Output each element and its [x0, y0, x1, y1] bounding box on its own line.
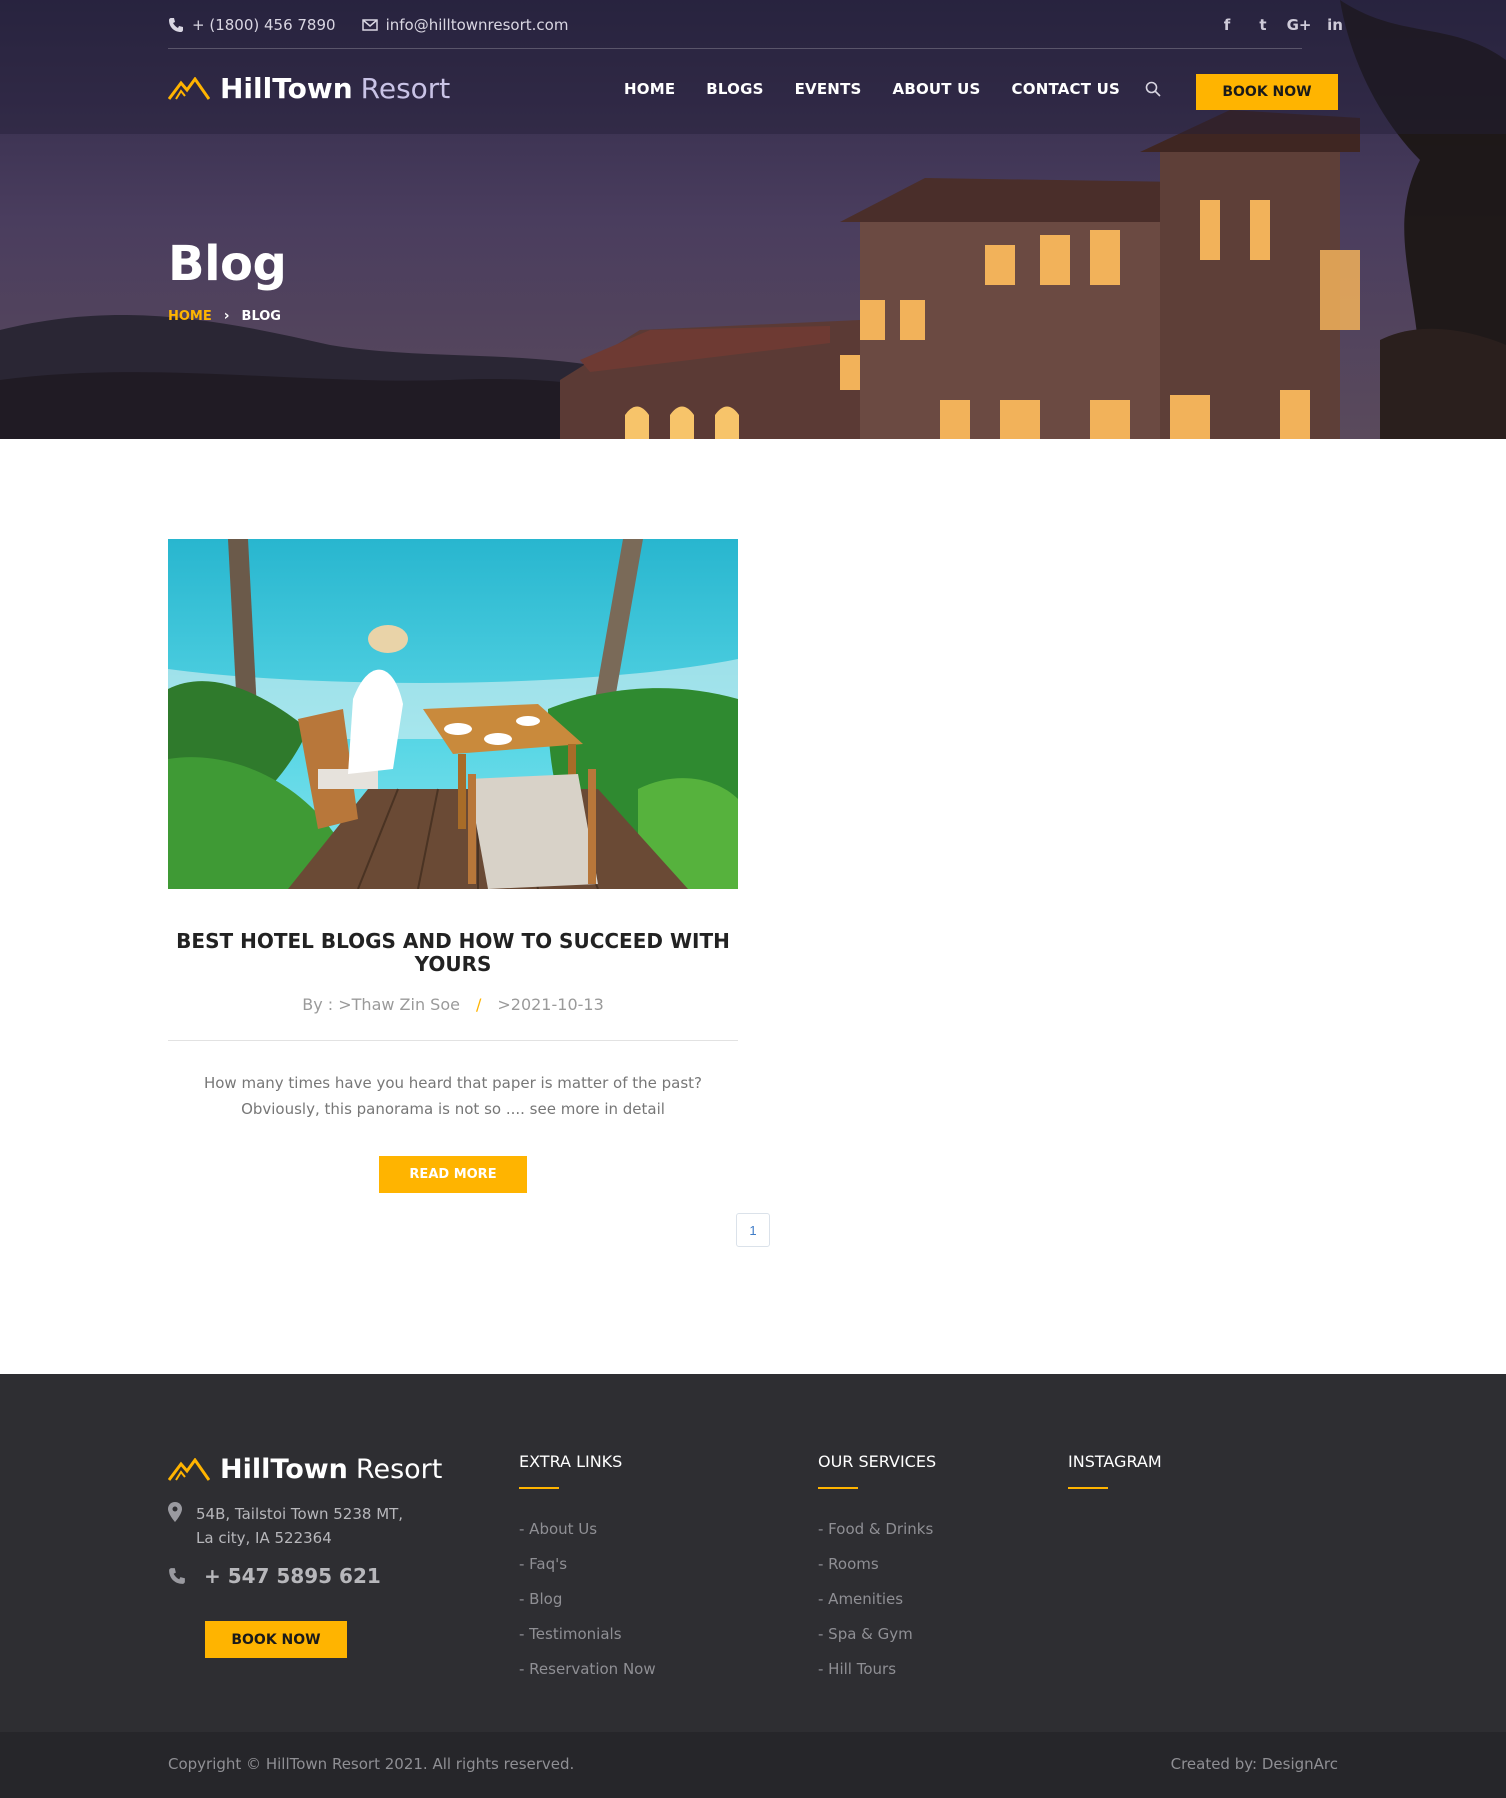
mountain-logo-icon	[168, 76, 210, 100]
copyright-text: Copyright © HillTown Resort 2021. All ri…	[168, 1755, 575, 1773]
nav-blogs[interactable]: BLOGS	[706, 80, 763, 98]
top-divider	[168, 48, 1302, 49]
breadcrumb-current: BLOG	[241, 308, 281, 324]
search-icon[interactable]	[1145, 81, 1161, 97]
post-featured-image[interactable]	[168, 539, 738, 889]
breadcrumb: HOME › BLOG	[168, 308, 281, 324]
footer-brand-light: Resort	[355, 1454, 443, 1485]
footer-link-reservation[interactable]: - Reservation Now	[519, 1652, 656, 1687]
instagram-title: INSTAGRAM	[1068, 1452, 1162, 1471]
service-rooms[interactable]: - Rooms	[818, 1547, 936, 1582]
service-spa-gym[interactable]: - Spa & Gym	[818, 1617, 936, 1652]
pagination-page-1[interactable]: 1	[736, 1213, 770, 1247]
mountain-logo-icon	[168, 1457, 210, 1481]
post-divider	[168, 1040, 738, 1041]
page-title: Blog	[168, 236, 287, 292]
services-title: OUR SERVICES	[818, 1452, 937, 1471]
mail-icon	[361, 19, 378, 31]
main-nav: HOME BLOGS EVENTS ABOUT US CONTACT US	[624, 80, 1161, 98]
footer-link-about-us[interactable]: - About Us	[519, 1512, 656, 1547]
footer-phone-text: + 547 5895 621	[204, 1564, 381, 1588]
post-date: >2021-10-13	[497, 995, 604, 1014]
breadcrumb-home[interactable]: HOME	[168, 309, 212, 324]
hero-header: + (1800) 456 7890 info@hilltownresort.co…	[0, 0, 1506, 439]
twitter-icon[interactable]: t	[1252, 14, 1274, 36]
instagram-column: INSTAGRAM	[1068, 1452, 1162, 1489]
heading-underline	[519, 1487, 559, 1489]
service-hill-tours[interactable]: - Hill Tours	[818, 1652, 936, 1687]
email-contact[interactable]: info@hilltownresort.com	[361, 16, 569, 34]
brand-name-light: Resort	[360, 72, 451, 105]
site-logo[interactable]: HillTown Resort	[168, 72, 450, 105]
google-plus-icon[interactable]: G+	[1287, 14, 1312, 36]
heading-underline	[1068, 1487, 1108, 1489]
email-text: info@hilltownresort.com	[385, 16, 569, 34]
meta-separator: /	[475, 995, 482, 1014]
address-line-1: 54B, Tailstoi Town 5238 MT,	[196, 1505, 404, 1523]
footer-link-faqs[interactable]: - Faq's	[519, 1547, 656, 1582]
linkedin-icon[interactable]: in	[1324, 14, 1346, 36]
post-author: By : >Thaw Zin Soe	[302, 995, 460, 1014]
book-now-button[interactable]: BOOK NOW	[1196, 74, 1338, 110]
phone-contact[interactable]: + (1800) 456 7890	[168, 16, 336, 34]
services-column: OUR SERVICES - Food & Drinks - Rooms - A…	[818, 1452, 936, 1687]
phone-icon	[169, 18, 183, 32]
post-excerpt: How many times have you heard that paper…	[203, 1074, 703, 1118]
nav-home[interactable]: HOME	[624, 80, 675, 98]
nav-events[interactable]: EVENTS	[795, 80, 862, 98]
service-food-drinks[interactable]: - Food & Drinks	[818, 1512, 936, 1547]
heading-underline	[818, 1487, 858, 1489]
brand-name-bold: HillTown	[220, 72, 353, 105]
social-links: f t G+ in	[1202, 14, 1346, 36]
created-by-text[interactable]: Created by: DesignArc	[1171, 1755, 1338, 1773]
facebook-icon[interactable]: f	[1216, 14, 1238, 36]
footer-address: 54B, Tailstoi Town 5238 MT, La city, IA …	[168, 1502, 403, 1550]
footer-link-testimonials[interactable]: - Testimonials	[519, 1617, 656, 1652]
service-amenities[interactable]: - Amenities	[818, 1582, 936, 1617]
footer-logo[interactable]: HillTown Resort	[168, 1454, 442, 1485]
top-contact-bar: + (1800) 456 7890 info@hilltownresort.co…	[168, 14, 594, 36]
footer-brand-bold: HillTown	[220, 1454, 348, 1485]
nav-about-us[interactable]: ABOUT US	[893, 80, 981, 98]
footer-phone[interactable]: + 547 5895 621	[168, 1564, 381, 1588]
chevron-right-icon: ›	[223, 308, 230, 324]
read-more-button[interactable]: READ MORE	[379, 1156, 527, 1193]
footer-link-blog[interactable]: - Blog	[519, 1582, 656, 1617]
map-pin-icon	[168, 1502, 182, 1522]
post-meta: By : >Thaw Zin Soe / >2021-10-13	[168, 995, 738, 1014]
footer-book-now-button[interactable]: BOOK NOW	[205, 1621, 347, 1658]
address-line-2: La city, IA 522364	[196, 1529, 332, 1547]
post-title[interactable]: BEST HOTEL BLOGS AND HOW TO SUCCEED WITH…	[168, 930, 738, 976]
extra-links-column: EXTRA LINKS - About Us - Faq's - Blog - …	[519, 1452, 656, 1687]
site-footer	[0, 1374, 1506, 1732]
phone-icon	[169, 1568, 185, 1584]
nav-contact-us[interactable]: CONTACT US	[1012, 80, 1120, 98]
extra-links-title: EXTRA LINKS	[519, 1452, 623, 1471]
phone-text: + (1800) 456 7890	[192, 16, 336, 34]
